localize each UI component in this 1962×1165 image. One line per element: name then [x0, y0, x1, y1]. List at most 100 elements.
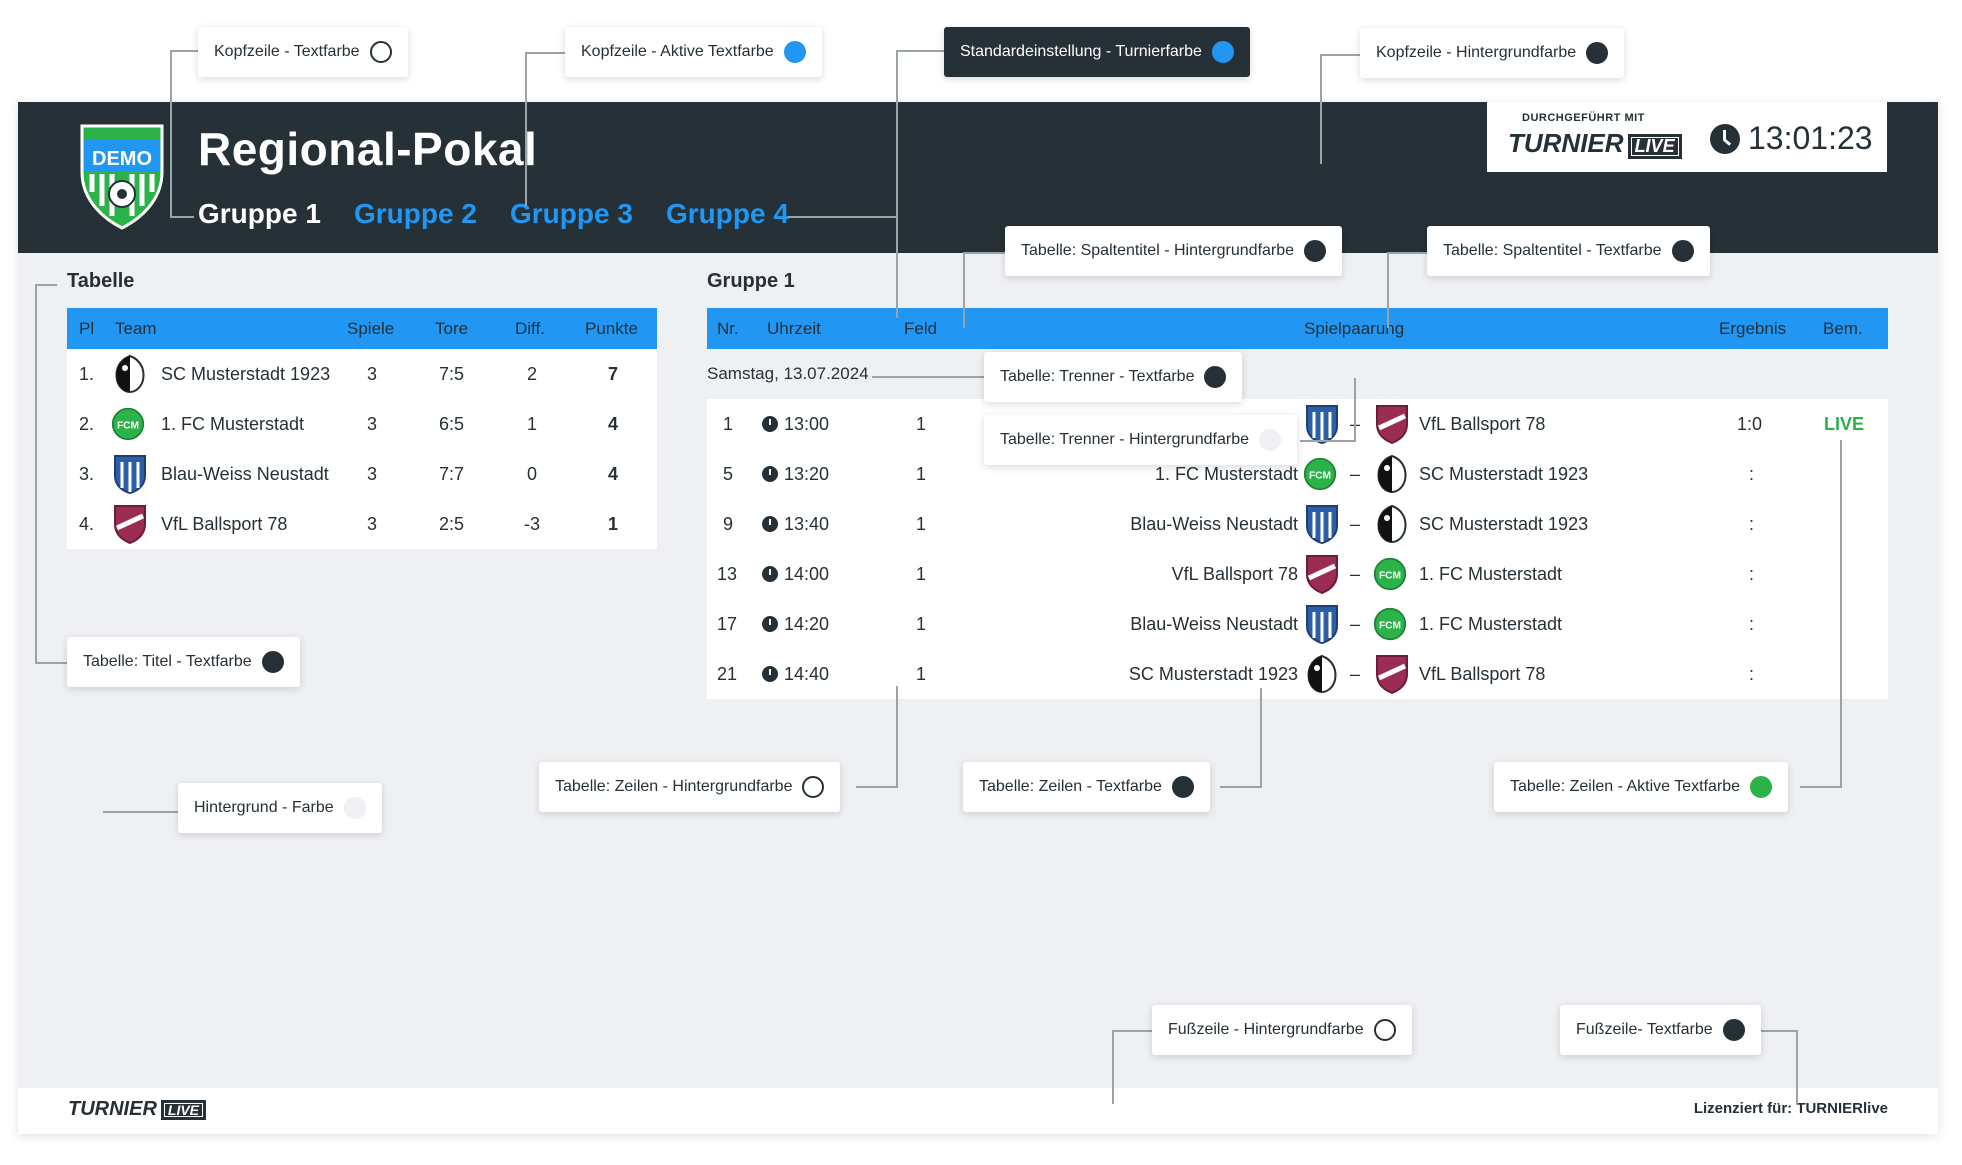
table-row[interactable]: 5 13:20 1 1. FC Musterstadt FCM – SC Mus…	[707, 449, 1888, 499]
connector-line	[896, 686, 898, 788]
callout-spaltentitel-hintergrundfarbe: Tabelle: Spaltentitel - Hintergrundfarbe	[1005, 226, 1343, 276]
crest-vfl-ballsport-icon	[1376, 655, 1408, 694]
connector-line	[1760, 1030, 1798, 1032]
table-row[interactable]: 4. VfL Ballsport 78 3 2:5 -3 1	[67, 499, 657, 549]
cell-away-team: VfL Ballsport 78	[1419, 414, 1546, 434]
callout-label: Tabelle: Zeilen - Textfarbe	[979, 778, 1162, 795]
date-divider: Samstag, 13.07.2024	[707, 364, 869, 383]
cell-punkte: 7	[608, 364, 619, 384]
callout-kopfzeile-aktive-textfarbe: Kopfzeile - Aktive Textfarbe	[565, 27, 822, 77]
callout-label: Fußzeile - Hintergrundfarbe	[1168, 1021, 1364, 1038]
crest-vfl-ballsport-icon	[114, 505, 146, 544]
col-punkte[interactable]: Punkte	[585, 308, 638, 349]
color-swatch-icon[interactable]	[1750, 776, 1773, 798]
table-row[interactable]: 3. Blau-Weiss Neustadt 3 7:7 0 4	[67, 449, 657, 499]
cell-spiele: 3	[367, 414, 378, 434]
tab-gruppe-1[interactable]: Gruppe 1	[198, 198, 321, 230]
col-bem[interactable]: Bem.	[1823, 308, 1863, 349]
svg-text:FCM: FCM	[1379, 570, 1401, 581]
cell-tore: 6:5	[439, 414, 465, 434]
tab-gruppe-4[interactable]: Gruppe 4	[666, 198, 789, 230]
cell-team: VfL Ballsport 78	[161, 514, 288, 534]
callout-fusszeile-hintergrundfarbe: Fußzeile - Hintergrundfarbe	[1152, 1005, 1412, 1055]
crest-fcm-icon: FCM	[1373, 607, 1407, 641]
demo-club-crest-logo: DEMO	[80, 124, 164, 230]
col-pl[interactable]: Pl	[79, 308, 94, 349]
color-swatch-icon[interactable]	[369, 41, 392, 63]
color-swatch-icon[interactable]	[1259, 429, 1282, 451]
tab-gruppe-3[interactable]: Gruppe 3	[510, 198, 633, 230]
cell-nr: 9	[723, 514, 734, 534]
color-swatch-icon[interactable]	[1722, 1019, 1745, 1041]
color-swatch-icon[interactable]	[1171, 776, 1194, 798]
col-diff[interactable]: Diff.	[515, 308, 545, 349]
cell-nr: 13	[717, 564, 738, 584]
color-swatch-icon[interactable]	[1671, 240, 1694, 262]
callout-kopfzeile-hintergrundfarbe: Kopfzeile - Hintergrundfarbe	[1360, 28, 1625, 78]
table-row[interactable]: 2. FCM 1. FC Musterstadt 3 6:5 1 4	[67, 399, 657, 449]
color-swatch-icon[interactable]	[1304, 240, 1327, 262]
col-nr[interactable]: Nr.	[717, 308, 739, 349]
crest-fcm-icon: FCM	[1303, 457, 1337, 491]
standings-body: 1. SC Musterstadt 1923 3 7:5 2 7 2. FCM …	[67, 349, 657, 549]
col-spielpaarung[interactable]: Spielpaarung	[1304, 308, 1404, 349]
table-row[interactable]: 1. SC Musterstadt 1923 3 7:5 2 7	[67, 349, 657, 399]
color-swatch-icon[interactable]	[1211, 41, 1234, 63]
standings-title: Tabelle	[67, 270, 135, 292]
color-swatch-icon[interactable]	[802, 776, 825, 798]
color-swatch-icon[interactable]	[1204, 366, 1227, 388]
cell-nr: 5	[723, 464, 734, 484]
table-row[interactable]: 13 14:00 1 VfL Ballsport 78 – FCM 1. FC …	[707, 549, 1888, 599]
cell-pl: 4.	[79, 514, 95, 534]
color-swatch-icon[interactable]	[1373, 1019, 1396, 1041]
connector-line	[1320, 54, 1322, 164]
tournament-title: Regional-Pokal	[198, 123, 538, 175]
crest-sc-musterstadt-icon	[1307, 654, 1337, 694]
cell-result: :	[1749, 564, 1755, 584]
col-tore[interactable]: Tore	[435, 308, 468, 349]
connector-line	[1800, 786, 1842, 788]
table-row[interactable]: 21 14:40 1 SC Musterstadt 1923 – VfL Bal…	[707, 649, 1888, 699]
callout-label: Tabelle: Spaltentitel - Hintergrundfarbe	[1021, 242, 1295, 259]
cell-time: 14:00	[784, 564, 830, 584]
tab-gruppe-2[interactable]: Gruppe 2	[354, 198, 477, 230]
col-spiele[interactable]: Spiele	[347, 308, 394, 349]
col-uhrzeit[interactable]: Uhrzeit	[767, 308, 821, 349]
connector-line	[1260, 688, 1262, 788]
table-row[interactable]: 9 13:40 1 Blau-Weiss Neustadt – SC Muste…	[707, 499, 1888, 549]
col-ergebnis[interactable]: Ergebnis	[1719, 308, 1786, 349]
connector-line	[35, 662, 67, 664]
table-row[interactable]: 1 13:00 1 – VfL Ballsport 78 1:0 LIVE	[707, 399, 1888, 449]
clock-icon	[1710, 123, 1740, 154]
connector-line	[170, 50, 200, 52]
svg-text:FCM: FCM	[1309, 470, 1331, 481]
cell-field: 1	[916, 514, 927, 534]
footer-turnierlive-logo: TURNIER LIVE	[68, 1098, 207, 1121]
cell-time: 13:20	[784, 464, 830, 484]
color-swatch-icon[interactable]	[1586, 42, 1609, 64]
cell-result: :	[1749, 464, 1755, 484]
connector-line	[1387, 252, 1427, 254]
callout-titel-textfarbe: Tabelle: Titel - Textfarbe	[67, 637, 300, 687]
connector-line	[963, 252, 1005, 254]
table-row[interactable]: 17 14:20 1 Blau-Weiss Neustadt – FCM 1. …	[707, 599, 1888, 649]
crest-blau-weiss-icon	[1306, 405, 1338, 444]
footer-bar	[18, 1088, 1938, 1134]
col-feld[interactable]: Feld	[904, 308, 937, 349]
cell-tore: 7:7	[439, 464, 465, 484]
callout-trenner-textfarbe: Tabelle: Trenner - Textfarbe	[984, 352, 1243, 402]
color-swatch-icon[interactable]	[343, 797, 366, 819]
cell-diff: 2	[527, 364, 538, 384]
cell-field: 1	[916, 664, 927, 684]
clock-icon	[762, 566, 778, 582]
col-team[interactable]: Team	[115, 308, 157, 349]
cell-away-team: SC Musterstadt 1923	[1419, 514, 1589, 534]
crest-sc-musterstadt-icon	[115, 354, 145, 394]
color-swatch-icon[interactable]	[261, 651, 284, 673]
cell-away-team: VfL Ballsport 78	[1419, 664, 1546, 684]
connector-line	[963, 252, 965, 328]
callout-trenner-hintergrundfarbe: Tabelle: Trenner - Hintergrundfarbe	[984, 415, 1298, 465]
cell-tore: 2:5	[439, 514, 465, 534]
color-swatch-icon[interactable]	[783, 41, 806, 63]
cell-field: 1	[916, 614, 927, 634]
